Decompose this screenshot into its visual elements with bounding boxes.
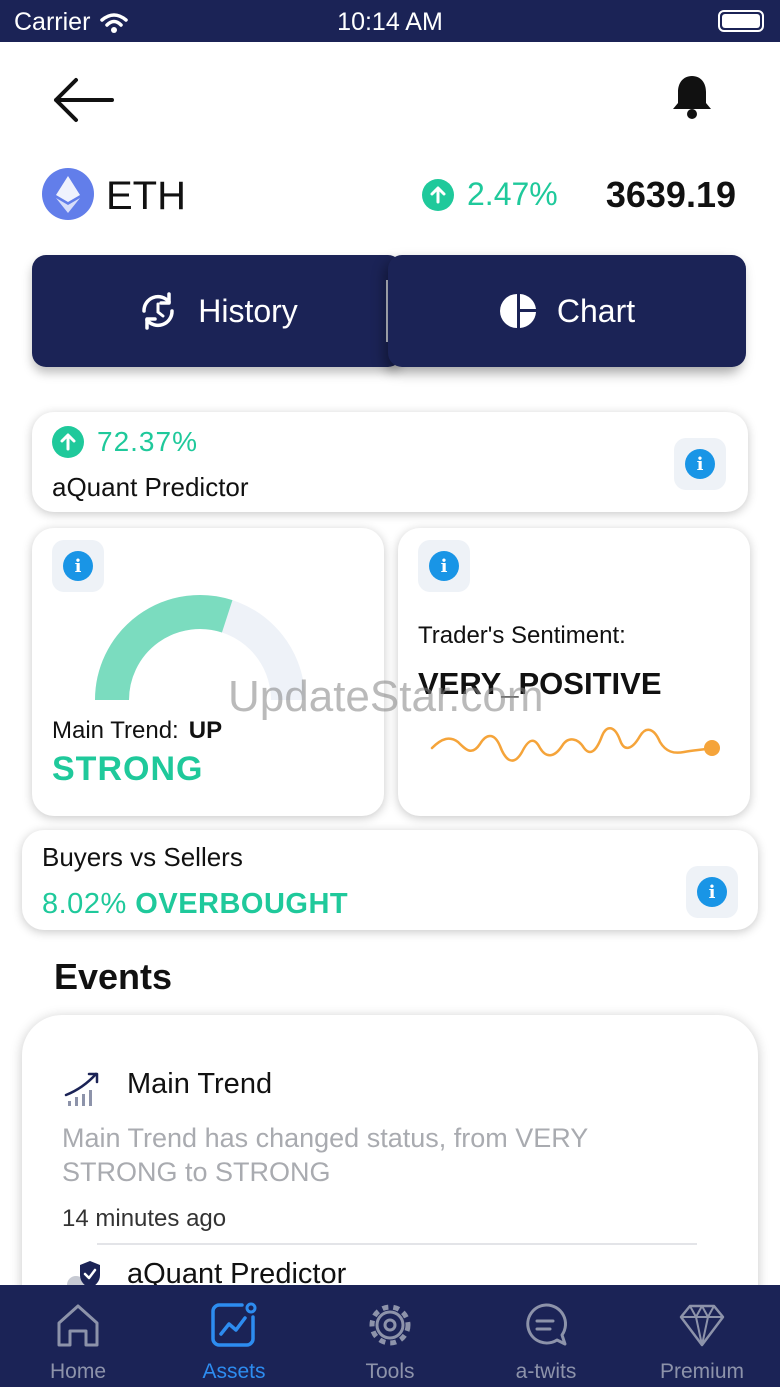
predictor-percent-row: 72.37%: [52, 426, 198, 458]
main-trend-direction: UP: [188, 717, 223, 744]
sentiment-card[interactable]: i Trader's Sentiment: VERY_POSITIVE: [398, 528, 750, 816]
tab-label: a-twits: [515, 1360, 577, 1383]
event-title: Main Trend: [127, 1068, 273, 1100]
pie-chart-icon: [499, 294, 536, 328]
info-icon: i: [429, 551, 459, 581]
arrow-left-icon: [54, 78, 114, 122]
asset-header: ETH 2.47% 3639.19: [0, 152, 780, 242]
chat-bubble-icon: [526, 1303, 567, 1346]
diamond-icon: [679, 1304, 725, 1347]
bell-icon: [673, 76, 711, 119]
chart-button[interactable]: Chart: [388, 255, 746, 367]
sentiment-info-button[interactable]: i: [418, 540, 470, 592]
predictor-percent: 72.37%: [97, 426, 198, 457]
trend-chart-icon: [64, 1072, 99, 1106]
tab-label: Home: [49, 1360, 107, 1383]
sentiment-sparkline: [430, 727, 720, 762]
trend-gauge: [95, 595, 305, 701]
arrow-up-circle-icon: [52, 426, 84, 458]
top-bar: [0, 42, 780, 152]
battery-icon: [718, 10, 764, 32]
main-trend-strength: STRONG: [52, 750, 204, 788]
predictor-card[interactable]: 72.37% aQuant Predictor i: [32, 412, 748, 512]
tab-label: Premium: [659, 1360, 744, 1383]
event-divider: [97, 1243, 697, 1245]
event-description: Main Trend has changed status, from VERY…: [62, 1123, 588, 1187]
buyers-sellers-label: Buyers vs Sellers: [42, 842, 243, 872]
arrow-up-circle-icon: [422, 178, 454, 211]
buyers-sellers-status: OVERBOUGHT: [135, 888, 349, 920]
predictor-info-button[interactable]: i: [674, 438, 726, 490]
tab-premium[interactable]: Premium: [624, 1285, 780, 1387]
sentiment-label: Trader's Sentiment:: [418, 622, 626, 649]
trend-info-button[interactable]: i: [52, 540, 104, 592]
sentiment-value: VERY_POSITIVE: [418, 666, 662, 701]
history-icon: [142, 292, 174, 330]
notifications-button[interactable]: [668, 72, 716, 122]
clock: 10:14 AM: [337, 8, 443, 36]
tab-assets[interactable]: Assets: [156, 1285, 312, 1387]
tab-label: Assets: [202, 1360, 266, 1383]
buyers-sellers-card[interactable]: Buyers vs Sellers 8.02% OVERBOUGHT i: [22, 830, 758, 930]
status-bar: Carrier 10:14 AM: [0, 0, 780, 42]
home-icon: [57, 1304, 99, 1347]
event-time: 14 minutes ago: [62, 1205, 227, 1232]
history-button[interactable]: History: [32, 255, 402, 367]
predictor-label: aQuant Predictor: [52, 472, 249, 502]
tab-label: Tools: [365, 1360, 415, 1383]
price-change: 2.47%: [422, 176, 558, 213]
buyers-sellers-info-button[interactable]: i: [686, 866, 738, 918]
tab-a-twits[interactable]: a-twits: [468, 1285, 624, 1387]
info-icon: i: [697, 877, 727, 907]
history-label: History: [198, 292, 298, 329]
buyers-sellers-percent: 8.02%: [42, 888, 127, 920]
tab-home[interactable]: Home: [0, 1285, 156, 1387]
assets-chart-icon: [211, 1302, 257, 1347]
tab-bar: Home Assets Tools a-twits Premium: [0, 1285, 780, 1387]
buyers-sellers-value: 8.02% OVERBOUGHT: [42, 888, 348, 921]
eth-logo-icon: [42, 168, 94, 220]
events-title: Events: [54, 956, 173, 997]
info-icon: i: [685, 449, 715, 479]
info-icon: i: [63, 551, 93, 581]
back-button[interactable]: [48, 70, 118, 130]
main-trend-label: Main Trend:: [52, 717, 179, 744]
tab-tools[interactable]: Tools: [312, 1285, 468, 1387]
asset-symbol: ETH: [106, 174, 186, 218]
main-trend-card[interactable]: i Main Trend: UP STRONG: [32, 528, 384, 816]
chart-label: Chart: [556, 292, 636, 329]
gear-icon: [369, 1304, 411, 1346]
main-trend-row: Main Trend: UP: [52, 717, 222, 745]
asset-price: 3639.19: [605, 174, 736, 215]
change-percent: 2.47%: [467, 176, 558, 212]
